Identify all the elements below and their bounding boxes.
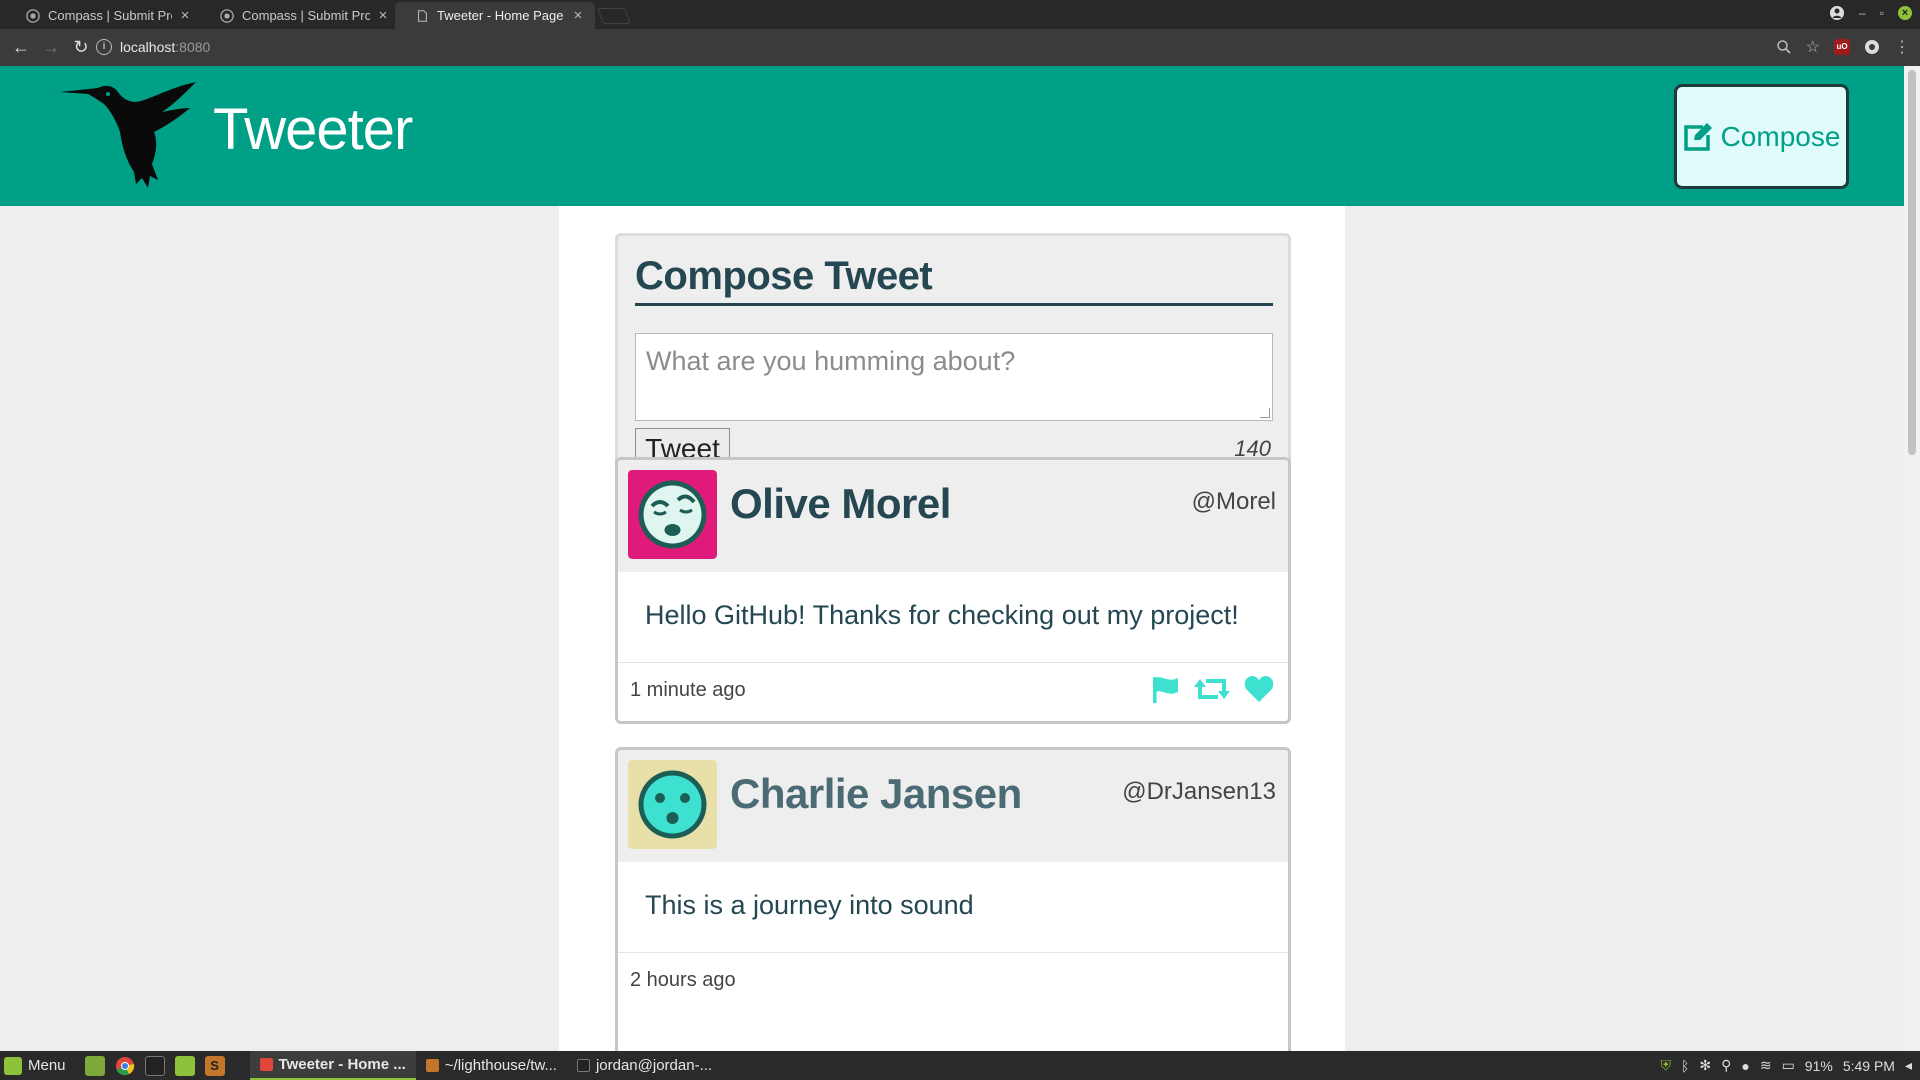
minimize-icon[interactable]: –	[1859, 6, 1866, 20]
sublime-icon[interactable]: S	[204, 1055, 225, 1076]
zoom-icon[interactable]	[1776, 39, 1792, 55]
location-icon[interactable]: ⚲	[1721, 1057, 1731, 1074]
files-icon[interactable]	[174, 1055, 195, 1076]
tweet-author-handle: @Morel	[1191, 488, 1276, 515]
site-title: Tweeter	[213, 97, 413, 162]
info-icon[interactable]: i	[96, 39, 112, 55]
taskbar-window-chrome[interactable]: Tweeter - Home ...	[249, 1051, 416, 1080]
tweet-card: Charlie Jansen @DrJansen13 This is a jou…	[615, 747, 1291, 1051]
tweet-timestamp: 2 hours ago	[630, 969, 736, 991]
back-arrow-icon[interactable]: ←	[6, 33, 36, 63]
start-menu-button[interactable]: Menu	[28, 1057, 66, 1074]
avatar	[628, 470, 717, 559]
chrome-icon	[259, 1058, 273, 1071]
scrollbar-thumb[interactable]	[1908, 70, 1916, 455]
toolbar-actions: ☆ uO ⋮	[1776, 37, 1910, 57]
bluetooth-icon[interactable]: ᛒ	[1681, 1058, 1689, 1074]
mint-logo-icon[interactable]	[4, 1056, 22, 1075]
main-content: Compose Tweet What are you humming about…	[559, 206, 1345, 1051]
tweet-card: Olive Morel @Morel Hello GitHub! Thanks …	[615, 457, 1291, 724]
forward-arrow-icon[interactable]: →	[36, 33, 66, 63]
retweet-icon[interactable]	[1194, 675, 1230, 703]
profile-icon[interactable]	[1829, 5, 1845, 21]
tab-title: Compass | Submit Proje	[48, 8, 172, 23]
close-icon[interactable]: ×	[178, 7, 192, 24]
github-icon	[220, 8, 234, 23]
battery-percentage: 91%	[1804, 1057, 1833, 1074]
tweet-author-handle: @DrJansen13	[1122, 778, 1276, 805]
reload-icon[interactable]: ↻	[66, 33, 96, 63]
page-viewport: Tweeter Compose Compose Tweet What are y…	[0, 66, 1904, 1051]
tweet-header: Olive Morel @Morel	[618, 460, 1288, 572]
taskbar-window-title: ~/lighthouse/tw...	[444, 1057, 557, 1074]
compose-tweet-panel: Compose Tweet What are you humming about…	[615, 233, 1291, 487]
taskbar-window-title: Tweeter - Home ...	[278, 1056, 406, 1073]
tweet-author-name: Charlie Jansen	[730, 770, 1022, 817]
page-icon	[417, 9, 427, 22]
tab-title: Tweeter - Home Page	[437, 8, 564, 23]
clock[interactable]: 5:49 PM	[1843, 1058, 1895, 1074]
system-tray: ⛨ ᛒ ✻ ⚲ ● ≋ ▭ 91% 5:49 PM ◂	[1660, 1057, 1912, 1074]
shield-icon[interactable]: ⛨	[1660, 1057, 1671, 1074]
wifi-icon[interactable]: ≋	[1760, 1057, 1772, 1074]
close-icon[interactable]: ×	[376, 7, 390, 24]
browser-tab-2[interactable]: Compass | Submit Proje ×	[200, 2, 400, 29]
tweet-timestamp: 1 minute ago	[630, 679, 746, 701]
bookmark-star-icon[interactable]: ☆	[1806, 37, 1820, 57]
close-window-icon[interactable]: ×	[1898, 6, 1912, 20]
page-scrollbar[interactable]	[1904, 66, 1920, 1051]
tweet-footer: 2 hours ago	[618, 952, 1288, 1012]
avatar	[628, 760, 717, 849]
tweet-textarea[interactable]: What are you humming about?	[635, 333, 1273, 421]
url-host: localhost	[120, 39, 176, 55]
tweet-author-name: Olive Morel	[730, 480, 951, 527]
tweet-actions	[1150, 675, 1274, 703]
browser-tab-bar: Compass | Submit Proje × Compass | Submi…	[0, 0, 1920, 29]
tweet-textarea-placeholder: What are you humming about?	[646, 346, 1016, 376]
show-desktop-icon[interactable]	[84, 1055, 105, 1076]
tweet-footer: 1 minute ago	[618, 662, 1288, 721]
settings-gear-icon[interactable]: ✻	[1699, 1057, 1711, 1074]
flag-icon[interactable]	[1150, 675, 1180, 703]
tweet-header: Charlie Jansen @DrJansen13	[618, 750, 1288, 862]
taskbar-window-editor[interactable]: ~/lighthouse/tw...	[416, 1051, 567, 1080]
ublock-icon[interactable]: uO	[1834, 39, 1850, 55]
github-icon	[26, 8, 40, 23]
browser-toolbar: ← → ↻ i localhost:8080 ☆ uO ⋮	[0, 29, 1920, 66]
compose-button[interactable]: Compose	[1674, 84, 1849, 189]
volume-icon[interactable]: ◂	[1905, 1057, 1912, 1074]
compose-button-label: Compose	[1720, 120, 1841, 152]
edit-icon	[1683, 122, 1712, 151]
taskbar-window-terminal[interactable]: jordan@jordan-...	[567, 1051, 722, 1080]
new-tab-button[interactable]	[597, 8, 631, 24]
extension-icon[interactable]	[1864, 39, 1880, 55]
hummingbird-logo-icon	[60, 82, 196, 188]
restore-icon[interactable]: ▫	[1880, 6, 1884, 20]
window-controls: – ▫ ×	[1829, 5, 1912, 21]
terminal-icon[interactable]	[144, 1055, 165, 1076]
resize-grip-icon[interactable]	[1260, 408, 1270, 418]
tweet-text: This is a journey into sound	[645, 890, 974, 920]
address-bar[interactable]: i localhost:8080	[96, 33, 1892, 61]
compose-heading: Compose Tweet	[635, 254, 1273, 306]
taskbar-window-title: jordan@jordan-...	[595, 1057, 713, 1074]
sublime-icon	[425, 1059, 439, 1072]
os-taskbar: Menu S Tweeter - Home ... ~/lighthouse/t…	[0, 1051, 1920, 1080]
browser-tab-1[interactable]: Compass | Submit Proje ×	[6, 2, 202, 29]
tab-title: Compass | Submit Proje	[242, 8, 370, 23]
battery-icon[interactable]: ▭	[1782, 1057, 1795, 1074]
site-header: Tweeter Compose	[0, 66, 1904, 206]
url-port: :8080	[175, 39, 211, 55]
user-icon[interactable]: ●	[1741, 1058, 1749, 1074]
chrome-icon[interactable]	[115, 1056, 135, 1076]
menu-kebab-icon[interactable]: ⋮	[1894, 37, 1910, 57]
terminal-icon	[576, 1059, 590, 1072]
browser-tab-3[interactable]: Tweeter - Home Page ×	[395, 2, 595, 29]
heart-icon[interactable]	[1244, 675, 1274, 703]
close-icon[interactable]: ×	[571, 7, 585, 24]
tweet-text: Hello GitHub! Thanks for checking out my…	[645, 600, 1239, 630]
